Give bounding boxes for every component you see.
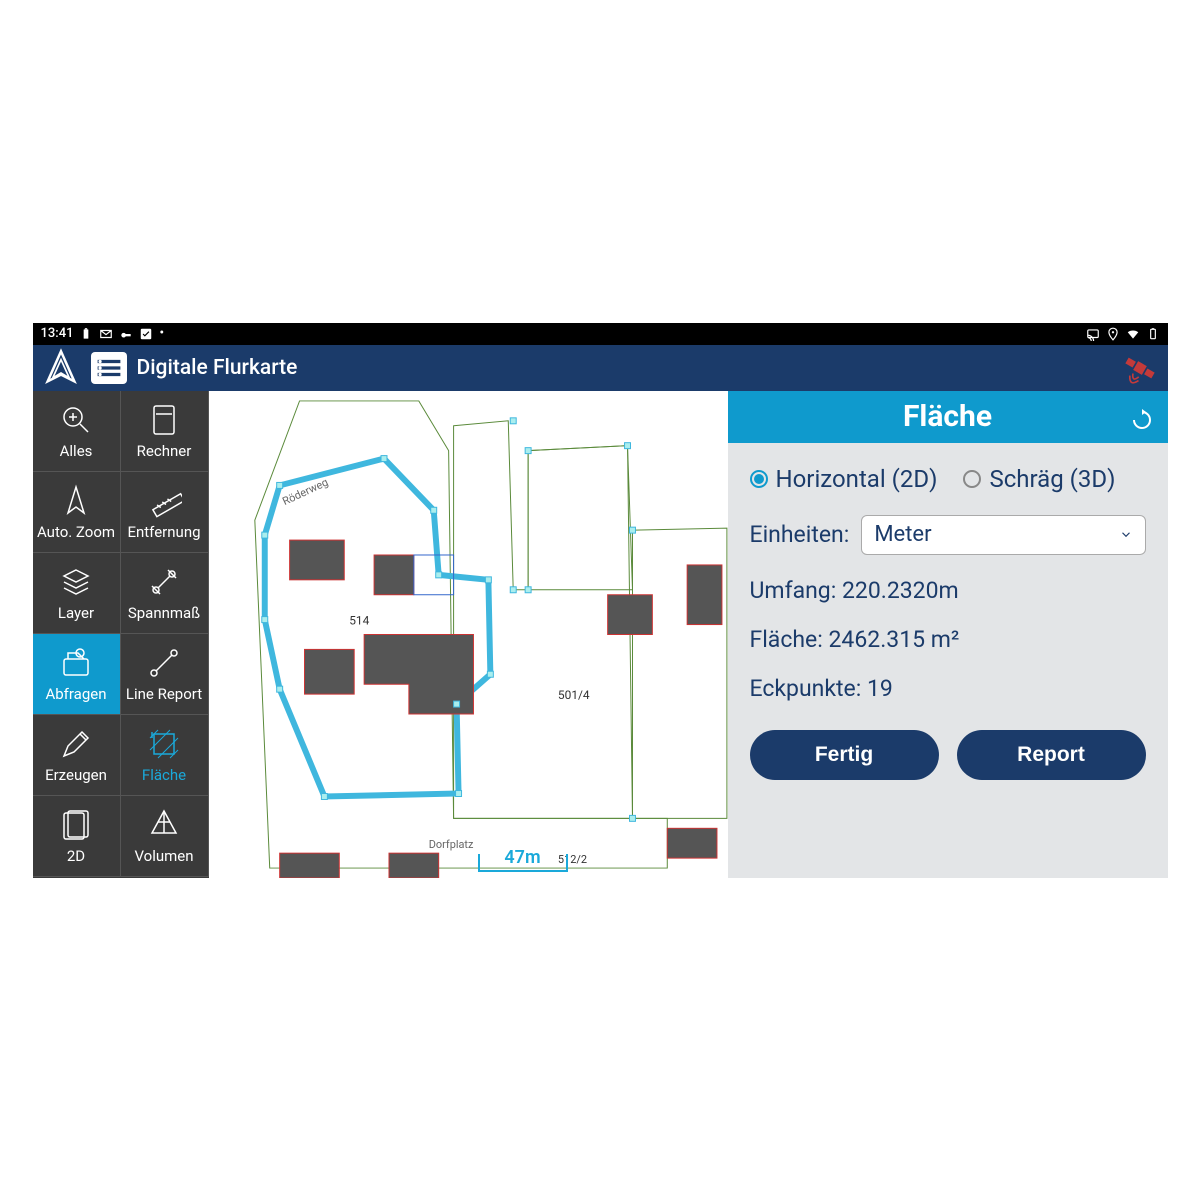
wifi-icon	[1126, 327, 1140, 341]
parcel-label: 514	[349, 613, 369, 627]
map2d-icon	[58, 807, 94, 843]
units-label: Einheiten:	[750, 521, 850, 548]
radio-dot-icon	[963, 470, 981, 488]
tool-volumen[interactable]: Volumen	[121, 796, 209, 877]
radio-dot-icon	[750, 470, 768, 488]
clock: 13:41	[41, 326, 74, 341]
location-icon	[1106, 327, 1120, 341]
app-logo-icon	[41, 348, 81, 388]
satellite-icon[interactable]	[1120, 348, 1160, 388]
tool-label: Rechner	[137, 442, 192, 460]
radio-horizontal-2d[interactable]: Horizontal (2D)	[750, 465, 938, 493]
area-value: Fläche: 2462.315 m²	[750, 626, 1146, 653]
tool-label: Spannmaß	[128, 604, 200, 622]
layers-icon	[58, 564, 94, 600]
dot-icon: •	[159, 326, 164, 341]
panel-title: Fläche	[903, 399, 992, 434]
tool-entfernung[interactable]: Entfernung	[121, 472, 209, 553]
zoom-all-icon	[58, 402, 94, 438]
radio-schraeg-3d[interactable]: Schräg (3D)	[963, 465, 1115, 493]
pencil-icon	[58, 726, 94, 762]
tool-spannmass[interactable]: Spannmaß	[121, 553, 209, 634]
compass-icon	[58, 483, 94, 519]
cast-icon	[1086, 327, 1100, 341]
tool-label: Abfragen	[45, 685, 106, 703]
ruler-icon	[146, 483, 182, 519]
tool-label: Line Report	[126, 685, 202, 703]
page-title: Digitale Flurkarte	[137, 356, 298, 380]
tool-flaeche[interactable]: Fläche	[121, 715, 209, 796]
calculator-icon	[146, 402, 182, 438]
vertices-value: Eckpunkte: 19	[750, 675, 1146, 702]
tool-alles[interactable]: Alles	[33, 391, 121, 472]
app-header: Digitale Flurkarte	[33, 345, 1168, 391]
mail-icon	[99, 327, 113, 341]
area-icon	[146, 726, 182, 762]
tool-label: 2D	[67, 847, 85, 865]
query-icon	[58, 645, 94, 681]
tool-layer[interactable]: Layer	[33, 553, 121, 634]
tool-label: Layer	[58, 604, 94, 622]
volume-icon	[146, 807, 182, 843]
scale-bar: 47m	[478, 854, 568, 872]
tool-label: Fläche	[142, 766, 186, 784]
area-panel: Fläche Horizontal (2D) Schräg (3D)	[728, 391, 1168, 878]
perimeter-value: Umfang: 220.2320m	[750, 577, 1146, 604]
tool-label: Erzeugen	[45, 766, 107, 784]
tool-label: Entfernung	[127, 523, 200, 541]
tool-erzeugen[interactable]: Erzeugen	[33, 715, 121, 796]
caret-down-icon	[1119, 522, 1133, 547]
line-report-icon	[146, 645, 182, 681]
battery2-icon	[1146, 327, 1160, 341]
units-select[interactable]: Meter	[861, 515, 1145, 555]
report-button[interactable]: Report	[957, 730, 1146, 780]
menu-button[interactable]	[91, 352, 127, 384]
refresh-icon[interactable]	[1130, 405, 1154, 429]
android-statusbar: 13:41 •	[33, 323, 1168, 345]
tool-abfragen[interactable]: Abfragen	[33, 634, 121, 715]
tool-label: Volumen	[134, 847, 193, 865]
key-icon	[119, 327, 133, 341]
tool-label: Alles	[60, 442, 93, 460]
street-label: Dorfplatz	[428, 838, 473, 851]
tool-label: Auto. Zoom	[37, 523, 115, 541]
span-icon	[146, 564, 182, 600]
done-button[interactable]: Fertig	[750, 730, 939, 780]
map-canvas[interactable]: Röderweg Dorfplatz 514 501/4 512/2 47m	[209, 391, 728, 878]
toolbar: Alles Rechner Auto. Zoom Entfernung Laye…	[33, 391, 209, 878]
tool-rechner[interactable]: Rechner	[121, 391, 209, 472]
tool-2d[interactable]: 2D	[33, 796, 121, 877]
panel-header: Fläche	[728, 391, 1168, 443]
tool-autozoom[interactable]: Auto. Zoom	[33, 472, 121, 553]
check-icon	[139, 327, 153, 341]
battery-icon	[79, 327, 93, 341]
projection-radios: Horizontal (2D) Schräg (3D)	[750, 465, 1146, 493]
tool-linereport[interactable]: Line Report	[121, 634, 209, 715]
parcel-label: 501/4	[557, 688, 589, 702]
